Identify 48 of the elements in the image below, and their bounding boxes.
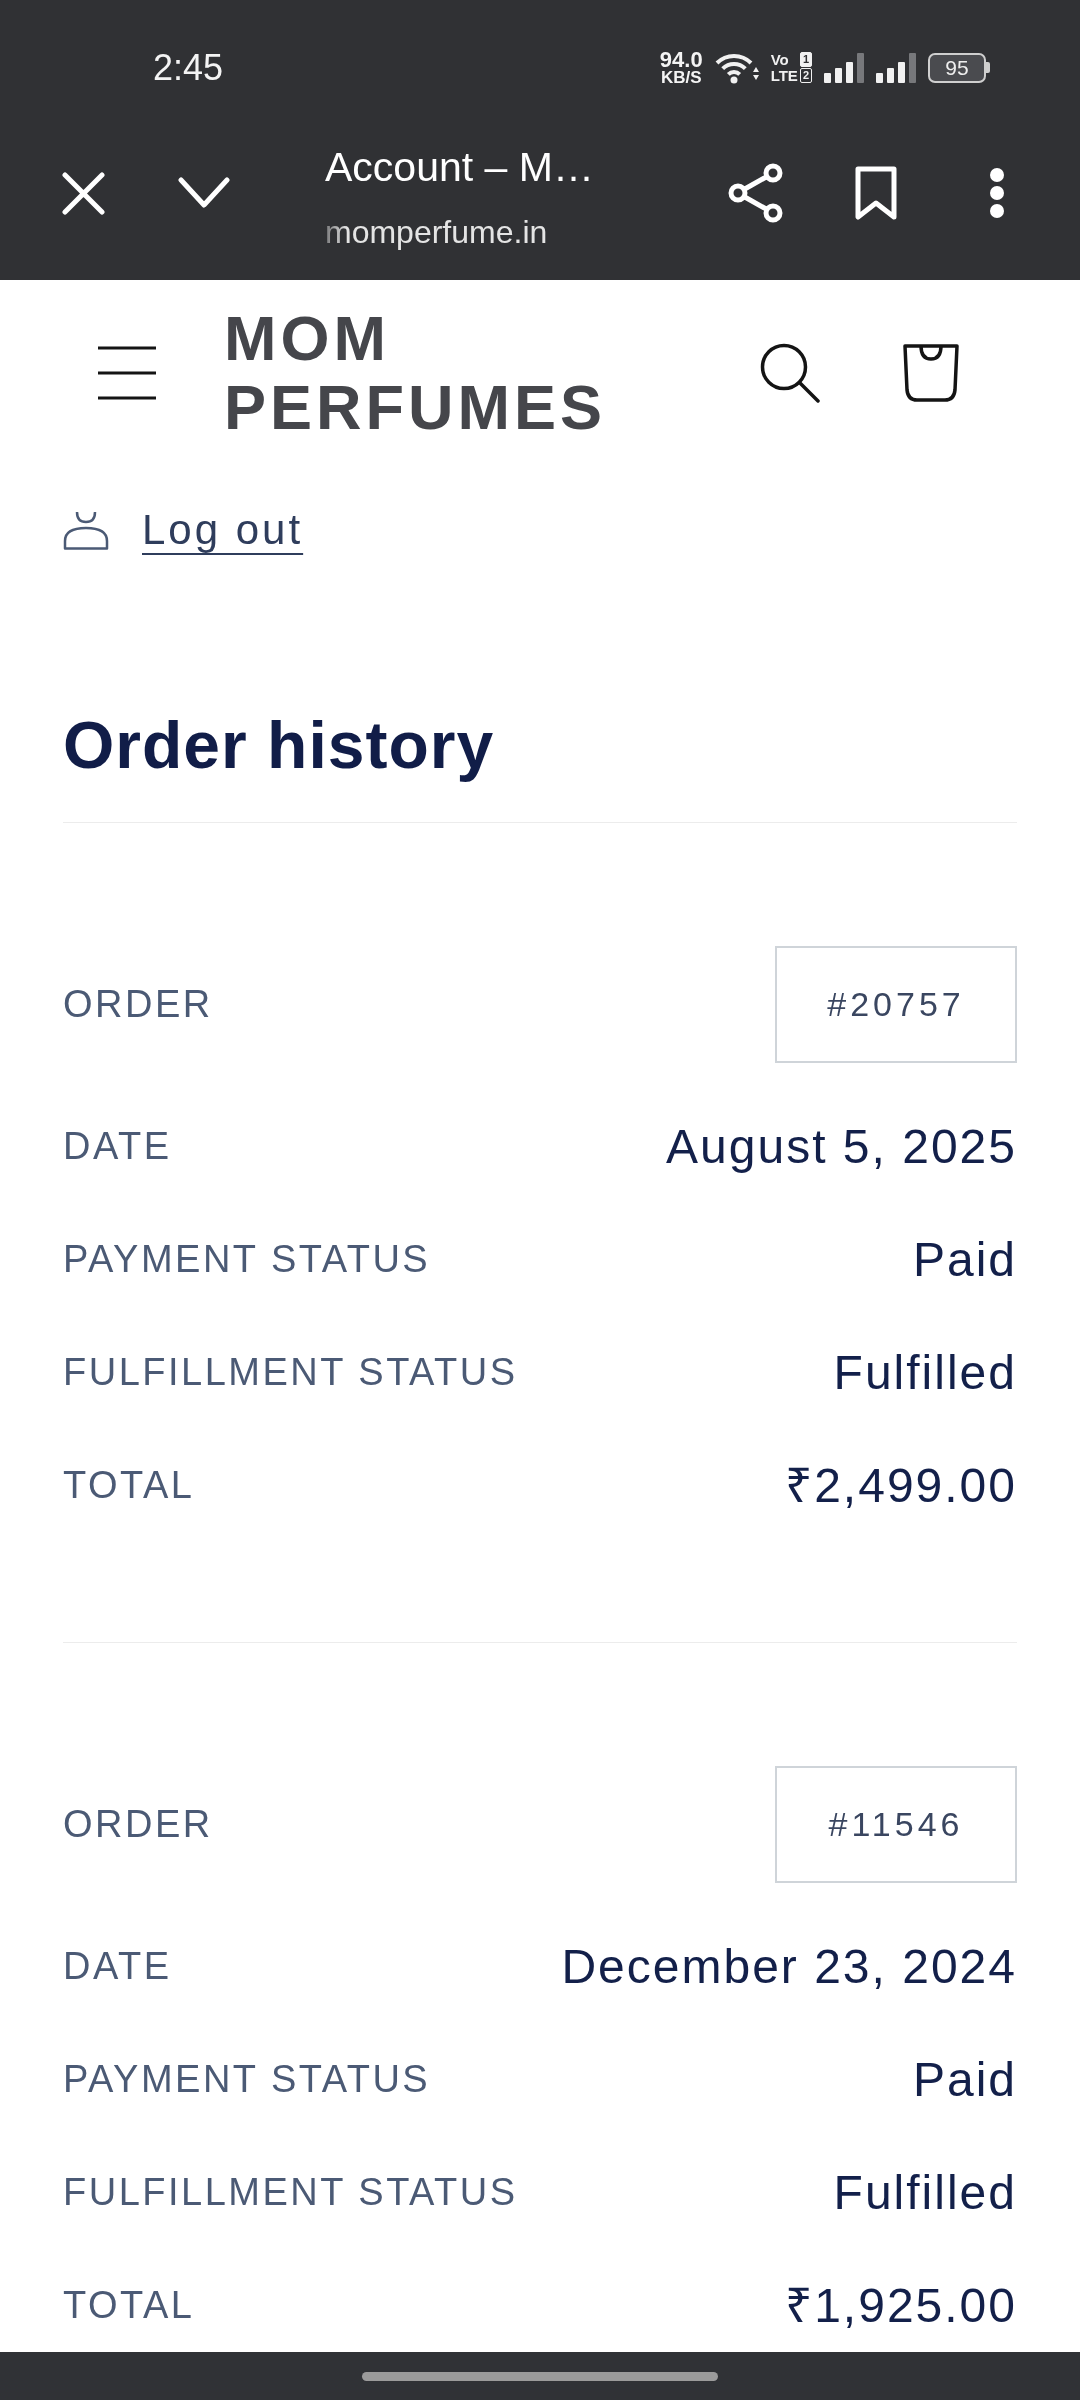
share-icon (728, 163, 784, 223)
field-value: Fulfilled (833, 2164, 1017, 2221)
page-title: Account – M… (325, 144, 595, 190)
field-label: FULFILLMENT STATUS (63, 2171, 518, 2214)
menu-icon (98, 346, 156, 400)
network-speed-value: 94.0 (659, 50, 703, 71)
field-value: August 5, 2025 (666, 1118, 1017, 1175)
sim-badge: 1 (799, 52, 812, 68)
close-icon (62, 171, 105, 215)
field-label: TOTAL (63, 1464, 195, 1507)
field-label: ORDER (63, 983, 213, 1026)
order-number-link[interactable]: #11546 (775, 1766, 1017, 1883)
clock-time: 2:45 (153, 50, 224, 86)
store-logo[interactable]: MOM PERFUMES (224, 304, 644, 442)
field-label: DATE (63, 1125, 172, 1168)
shopping-bag-icon (901, 343, 961, 403)
field-value: Paid (912, 1231, 1017, 1288)
field-label: FULFILLMENT STATUS (63, 1351, 518, 1394)
network-speed-unit: KB/S (660, 70, 702, 86)
user-icon (63, 510, 109, 550)
volte-label: LTE (770, 68, 798, 84)
more-icon (988, 168, 1006, 218)
field-value: Fulfilled (833, 1344, 1017, 1401)
signal-icon (876, 53, 916, 83)
sim-badge: 2 (799, 68, 812, 84)
field-label: ORDER (63, 1803, 213, 1846)
chevron-down-icon (178, 177, 230, 209)
signal-icon (824, 53, 864, 83)
cart-button[interactable] (901, 343, 961, 403)
search-icon (760, 343, 820, 403)
field-label: TOTAL (63, 2284, 195, 2327)
field-value: ₹2,499.00 (785, 1457, 1017, 1514)
field-value: December 23, 2024 (561, 1938, 1017, 1995)
battery-indicator: 95 (928, 53, 990, 83)
search-button[interactable] (760, 343, 820, 403)
field-label: PAYMENT STATUS (63, 2058, 431, 2101)
wifi-icon (714, 52, 759, 84)
field-value: Paid (912, 2051, 1017, 2108)
logout-link[interactable]: Log out (142, 506, 304, 554)
menu-button[interactable] (98, 346, 156, 400)
field-value: ₹1,925.00 (785, 2277, 1017, 2334)
field-label: PAYMENT STATUS (63, 1238, 431, 1281)
page-url: momperfume.in (325, 213, 548, 252)
volte-label: Vo (770, 52, 790, 68)
order-number-link[interactable]: #20757 (775, 946, 1017, 1063)
section-title: Order history (63, 707, 496, 784)
field-label: DATE (63, 1945, 172, 1988)
bookmark-icon (855, 166, 897, 220)
